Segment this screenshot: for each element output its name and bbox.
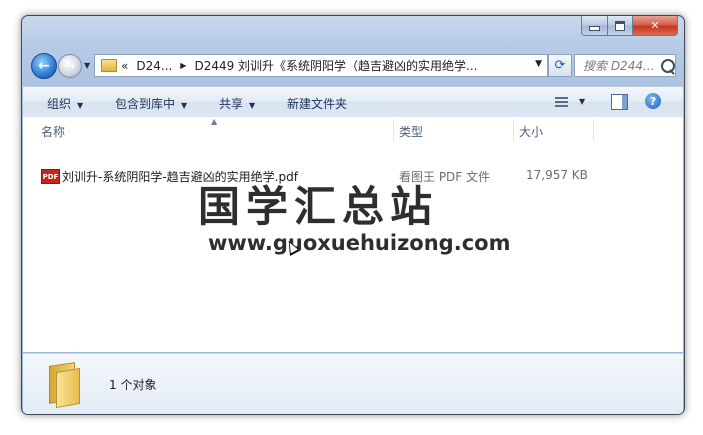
address-bar[interactable]: « D24... ▶ D2449 刘训升《系统阴阳学（趋吉避凶的实用绝学... …	[94, 54, 548, 77]
caption-buttons: ✕	[581, 16, 678, 36]
chevron-down-icon: ▼	[181, 101, 188, 110]
forward-button[interactable]: →	[58, 54, 82, 78]
object-count: 1 个对象	[109, 378, 157, 392]
search-placeholder: 搜索 D244...	[583, 59, 655, 73]
recent-pages-dropdown[interactable]: ▼	[84, 61, 90, 70]
details-pane: 1 个对象	[23, 353, 683, 414]
arrow-right-icon: →	[64, 59, 76, 73]
share-label: 共享	[219, 97, 244, 111]
column-header-size[interactable]: 大小	[501, 117, 591, 143]
column-header-name[interactable]: 名称 ▲	[23, 117, 393, 143]
column-size-label: 大小	[519, 125, 544, 139]
close-button[interactable]: ✕	[633, 16, 678, 36]
include-in-library-label: 包含到库中	[115, 97, 176, 111]
arrow-left-icon: ←	[38, 58, 50, 74]
address-row: ← → ▼ « D24... ▶ D2449 刘训升《系统阴阳学（趋吉避凶的实用…	[28, 50, 678, 80]
command-bar: 组织 ▼ 包含到库中 ▼ 共享 ▼ 新建文件夹 ▼ ?	[23, 86, 683, 118]
include-in-library-button[interactable]: 包含到库中 ▼	[115, 95, 187, 112]
share-button[interactable]: 共享 ▼	[219, 95, 255, 112]
minimize-icon	[589, 26, 600, 31]
preview-pane-icon[interactable]	[611, 94, 628, 110]
watermark-url: www.guoxuehuizong.com	[208, 231, 511, 255]
address-history-dropdown[interactable]: ▼	[535, 59, 542, 69]
back-button[interactable]: ←	[31, 53, 57, 79]
chevron-down-icon: ▼	[77, 101, 84, 110]
sort-up-icon: ▲	[211, 117, 218, 126]
watermark-title: 国学汇总站	[198, 182, 439, 231]
folder-icon	[49, 362, 80, 409]
maximize-icon	[615, 20, 625, 31]
breadcrumb-separator-icon[interactable]: ▶	[180, 61, 186, 70]
folder-icon	[101, 59, 117, 72]
view-options-dropdown[interactable]: ▼	[579, 97, 585, 106]
column-header-type[interactable]: 类型	[381, 117, 499, 143]
close-icon: ✕	[650, 19, 660, 32]
new-folder-button[interactable]: 新建文件夹	[287, 95, 347, 112]
search-input[interactable]: 搜索 D244...	[574, 54, 676, 77]
file-size: 17,957 KB	[526, 168, 588, 182]
column-type-label: 类型	[399, 125, 424, 139]
organize-label: 组织	[47, 97, 72, 111]
help-icon[interactable]: ?	[645, 93, 661, 109]
chevron-down-icon: ▼	[249, 101, 256, 110]
new-folder-label: 新建文件夹	[287, 97, 348, 111]
change-view-icon[interactable]	[555, 97, 568, 107]
maximize-button[interactable]	[608, 16, 633, 36]
organize-button[interactable]: 组织 ▼	[47, 95, 83, 112]
column-name-label: 名称	[41, 125, 66, 139]
pdf-icon: PDF	[41, 169, 60, 184]
breadcrumb-segment-parent[interactable]: D24...	[136, 59, 172, 73]
refresh-icon: ⟳	[554, 58, 566, 73]
address-overflow[interactable]: «	[121, 59, 128, 73]
refresh-button[interactable]: ⟳	[548, 54, 572, 77]
search-icon[interactable]	[661, 58, 675, 73]
minimize-button[interactable]	[581, 16, 608, 36]
column-divider[interactable]	[593, 119, 594, 141]
breadcrumb-segment-current[interactable]: D2449 刘训升《系统阴阳学（趋吉避凶的实用绝学...	[194, 57, 477, 74]
